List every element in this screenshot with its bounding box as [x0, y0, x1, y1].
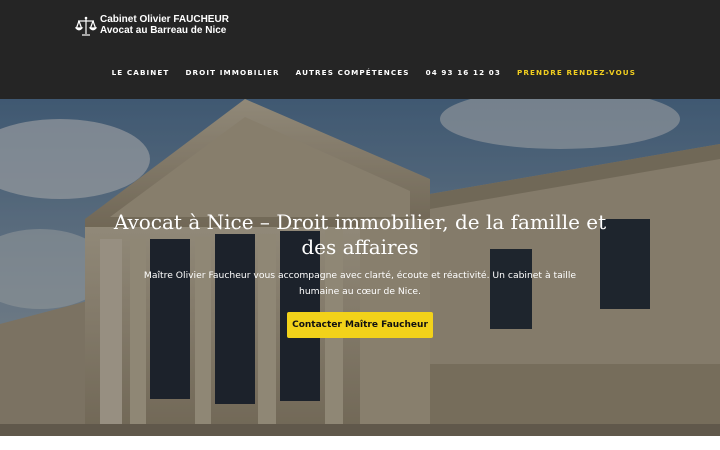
- contact-button[interactable]: Contacter Maître Faucheur: [287, 312, 433, 338]
- nav-droit-immobilier[interactable]: DROIT IMMOBILIER: [185, 68, 279, 77]
- main-nav: LE CABINET DROIT IMMOBILIER AUTRES COMPÉ…: [96, 68, 636, 77]
- hero-description: Maître Olivier Faucheur vous accompagne …: [143, 270, 577, 297]
- nav-phone-link[interactable]: 04 93 16 12 03: [426, 68, 501, 77]
- logo-line-1: Cabinet Olivier FAUCHEUR: [100, 14, 229, 25]
- nav-prendre-rendez-vous[interactable]: PRENDRE RENDEZ-VOUS: [517, 68, 636, 77]
- nav-le-cabinet[interactable]: LE CABINET: [112, 68, 170, 77]
- logo-text: Cabinet Olivier FAUCHEUR Avocat au Barre…: [100, 14, 229, 36]
- page-bottom-strip: [0, 436, 720, 450]
- site-header: Cabinet Olivier FAUCHEUR Avocat au Barre…: [0, 0, 720, 99]
- hero-title: Avocat à Nice – Droit immobilier, de la …: [113, 210, 607, 259]
- nav-autres-competences[interactable]: AUTRES COMPÉTENCES: [296, 68, 410, 77]
- hero-section: Avocat à Nice – Droit immobilier, de la …: [0, 99, 720, 436]
- scales-of-justice-icon: [75, 16, 97, 36]
- logo-line-2: Avocat au Barreau de Nice: [100, 25, 227, 36]
- site-logo[interactable]: Cabinet Olivier FAUCHEUR Avocat au Barre…: [75, 14, 229, 37]
